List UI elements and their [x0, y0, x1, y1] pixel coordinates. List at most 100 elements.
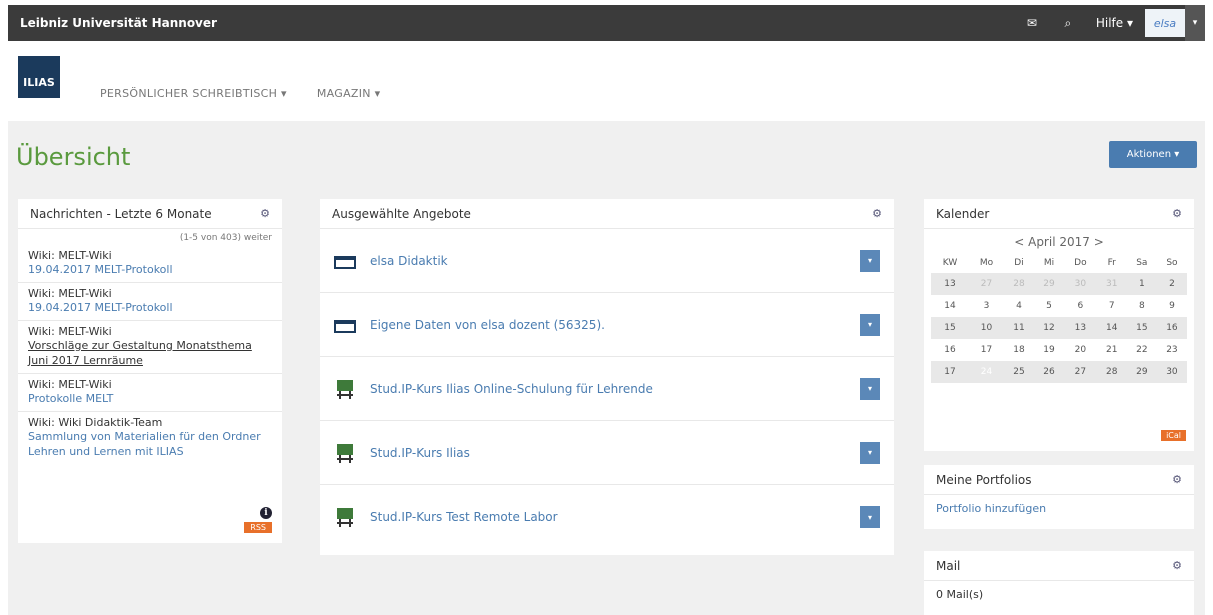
cal-day[interactable]: 10: [969, 317, 1004, 339]
cal-day[interactable]: 30: [1156, 361, 1187, 383]
info-icon[interactable]: i: [260, 507, 272, 519]
cal-day[interactable]: 12: [1033, 317, 1065, 339]
news-item: Wiki: MELT-Wiki Protokolle MELT: [18, 374, 282, 412]
cal-header: KW: [942, 258, 958, 268]
cal-week-number[interactable]: 13: [931, 273, 970, 295]
rss-badge[interactable]: RSS: [244, 522, 272, 533]
gear-icon[interactable]: ⚙: [1172, 207, 1182, 220]
cal-day[interactable]: 18: [1004, 339, 1034, 361]
cal-day[interactable]: 25: [1003, 361, 1034, 383]
nav-personal-desktop[interactable]: PERSÖNLICHER SCHREIBTISCH ▾: [100, 87, 287, 100]
offer-item: Eigene Daten von elsa dozent (56325). ▾: [320, 293, 894, 357]
cal-header: Di: [1014, 258, 1024, 268]
brand-name[interactable]: Leibniz Universität Hannover: [8, 16, 1014, 30]
offer-label[interactable]: Stud.IP-Kurs Test Remote Labor: [370, 510, 860, 524]
cal-day[interactable]: 31: [1096, 273, 1127, 295]
cal-day[interactable]: 17: [969, 339, 1004, 361]
mail-header: Mail ⚙: [924, 551, 1194, 581]
cal-day[interactable]: 2: [1156, 273, 1187, 295]
actions-button[interactable]: Aktionen ▾: [1109, 141, 1197, 168]
news-item-title: Wiki: MELT-Wiki: [28, 378, 112, 391]
cal-day[interactable]: 8: [1127, 295, 1157, 317]
cal-day[interactable]: 22: [1127, 339, 1157, 361]
chevron-down-icon[interactable]: ▾: [860, 313, 880, 336]
top-bar: Leibniz Universität Hannover ✉ ⌕ Hilfe ▾…: [8, 5, 1205, 41]
cal-day[interactable]: 29: [1033, 273, 1065, 295]
help-menu[interactable]: Hilfe ▾: [1086, 5, 1143, 41]
offers-header: Ausgewählte Angebote ⚙: [320, 199, 894, 229]
cal-day[interactable]: 20: [1064, 339, 1097, 361]
news-item-link[interactable]: Vorschläge zur Gestaltung Monatsthema Ju…: [28, 338, 272, 368]
chevron-down-icon[interactable]: ▾: [860, 506, 880, 528]
cal-week-number[interactable]: 17: [931, 361, 970, 383]
cal-day[interactable]: 6: [1064, 295, 1097, 317]
chevron-down-icon[interactable]: ▾: [860, 249, 880, 272]
ilias-logo[interactable]: ILIAS: [18, 56, 60, 98]
offer-label[interactable]: elsa Didaktik: [370, 254, 860, 268]
cal-day[interactable]: 13: [1064, 317, 1097, 339]
cal-day[interactable]: 16: [1156, 317, 1187, 339]
user-menu-chevron-icon[interactable]: ▾: [1185, 5, 1205, 41]
cal-header: Mi: [1043, 258, 1055, 268]
news-item-link[interactable]: 19.04.2017 MELT-Protokoll: [28, 262, 272, 277]
cal-day[interactable]: 4: [1004, 295, 1034, 317]
cal-day[interactable]: 29: [1126, 361, 1157, 383]
offer-label[interactable]: Stud.IP-Kurs Ilias: [370, 446, 860, 460]
mail-icon[interactable]: ✉: [1014, 5, 1050, 41]
gear-icon[interactable]: ⚙: [872, 207, 882, 220]
nav-repository[interactable]: MAGAZIN ▾: [317, 87, 381, 100]
cal-header: Fr: [1107, 258, 1116, 268]
news-item-title: Wiki: MELT-Wiki: [28, 249, 112, 262]
calendar-month-nav[interactable]: < April 2017 >: [924, 235, 1194, 249]
cal-day[interactable]: 28: [1096, 361, 1127, 383]
news-item-link[interactable]: Sammlung von Materialien für den Ordner …: [28, 429, 272, 459]
cal-day[interactable]: 26: [1033, 361, 1065, 383]
cal-day[interactable]: 23: [1157, 339, 1187, 361]
cal-day-today[interactable]: 24: [969, 361, 1004, 383]
cal-day[interactable]: 5: [1034, 295, 1064, 317]
cal-header: So: [1166, 258, 1178, 268]
folder-icon: [334, 316, 356, 334]
cal-day[interactable]: 9: [1157, 295, 1187, 317]
offer-label[interactable]: Eigene Daten von elsa dozent (56325).: [370, 318, 860, 332]
news-item: Wiki: MELT-Wiki 19.04.2017 MELT-Protokol…: [18, 283, 282, 321]
gear-icon[interactable]: ⚙: [1172, 473, 1182, 486]
mail-count: 0 Mail(s): [936, 588, 984, 601]
user-avatar[interactable]: elsa: [1145, 9, 1185, 37]
news-item-link[interactable]: 19.04.2017 MELT-Protokoll: [28, 300, 272, 315]
cal-day[interactable]: 7: [1097, 295, 1127, 317]
cal-week-number[interactable]: 15: [931, 317, 970, 339]
cal-day[interactable]: 3: [969, 295, 1004, 317]
offer-label[interactable]: Stud.IP-Kurs Ilias Online-Schulung für L…: [370, 382, 860, 396]
cal-day[interactable]: 30: [1064, 273, 1097, 295]
news-item-link[interactable]: Protokolle MELT: [28, 391, 272, 406]
cal-day[interactable]: 28: [1003, 273, 1034, 295]
chevron-down-icon[interactable]: ▾: [860, 441, 880, 464]
cal-day[interactable]: 11: [1003, 317, 1034, 339]
folder-icon: [334, 252, 356, 270]
add-portfolio-link[interactable]: Portfolio hinzufügen: [924, 495, 1194, 522]
main-nav: PERSÖNLICHER SCHREIBTISCH ▾ MAGAZIN ▾: [100, 87, 380, 100]
gear-icon[interactable]: ⚙: [260, 207, 270, 220]
cal-week-number[interactable]: 14: [931, 295, 969, 317]
news-panel: Nachrichten - Letzte 6 Monate ⚙ (1-5 von…: [18, 199, 282, 543]
gear-icon[interactable]: ⚙: [1172, 559, 1182, 572]
chevron-down-icon[interactable]: ▾: [860, 377, 880, 400]
cal-day[interactable]: 21: [1097, 339, 1127, 361]
cal-week-number[interactable]: 16: [931, 339, 969, 361]
mail-panel: Mail ⚙ 0 Mail(s): [924, 551, 1194, 615]
portfolio-header: Meine Portfolios ⚙: [924, 465, 1194, 495]
news-item: Wiki: MELT-Wiki 19.04.2017 MELT-Protokol…: [18, 245, 282, 283]
cal-day[interactable]: 1: [1126, 273, 1157, 295]
cal-day[interactable]: 27: [969, 273, 1004, 295]
search-icon[interactable]: ⌕: [1050, 5, 1086, 41]
cal-day[interactable]: 14: [1096, 317, 1127, 339]
news-item: Wiki: Wiki Didaktik-Team Sammlung von Ma…: [18, 412, 282, 464]
cal-week: 15 10 11 12 13 14 15 16: [931, 317, 1187, 339]
news-item-title: Wiki: MELT-Wiki: [28, 287, 112, 300]
cal-day[interactable]: 19: [1034, 339, 1064, 361]
cal-day[interactable]: 27: [1064, 361, 1097, 383]
cal-day[interactable]: 15: [1126, 317, 1157, 339]
ical-badge[interactable]: iCal: [1161, 430, 1186, 441]
news-count[interactable]: (1-5 von 403) weiter: [18, 229, 282, 245]
